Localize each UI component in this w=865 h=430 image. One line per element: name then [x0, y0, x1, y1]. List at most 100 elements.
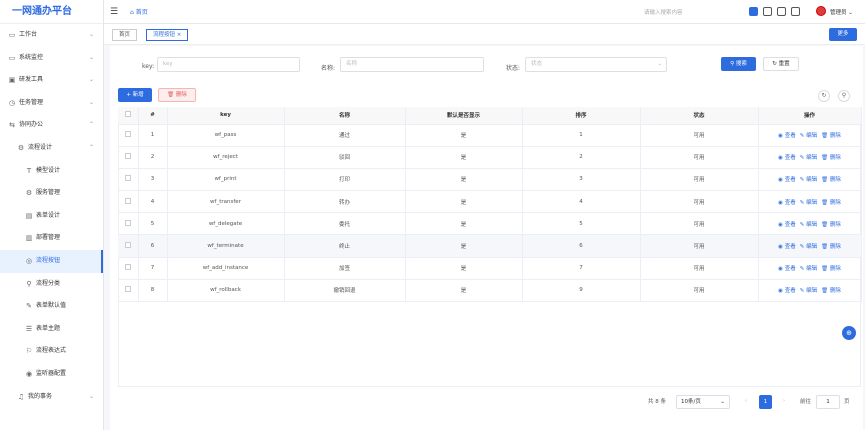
row-checkbox[interactable]: [124, 242, 131, 249]
view-button[interactable]: ◉ 查看: [778, 155, 796, 161]
delete-button[interactable]: 🗑 删除: [821, 155, 841, 161]
batch-delete-button[interactable]: 🗑 删除: [158, 88, 196, 102]
delete-button[interactable]: 🗑 删除: [821, 177, 841, 183]
row-checkbox[interactable]: [124, 286, 131, 293]
next-page-button[interactable]: ›: [778, 395, 790, 409]
view-button[interactable]: ◉ 查看: [778, 244, 796, 250]
floating-action-button[interactable]: ⊕: [842, 326, 856, 340]
sidebar-item-9[interactable]: ▥ 部署管理: [0, 227, 103, 250]
row-checkbox-cell[interactable]: [118, 234, 139, 258]
reset-button[interactable]: ↻ 重置: [763, 57, 799, 71]
bell-icon: ♫: [17, 392, 25, 401]
row-checkbox-cell[interactable]: [118, 146, 139, 169]
tab-process-button[interactable]: 流程按钮 ×: [146, 29, 189, 41]
delete-button[interactable]: 🗑 删除: [821, 288, 841, 294]
tab-home[interactable]: 首页: [112, 29, 138, 41]
menu-toggle-icon[interactable]: ☰: [110, 7, 122, 17]
edit-label: 编辑: [806, 199, 818, 206]
table-row[interactable]: 5 wf_delegate 委托是 5 可用 ◉ 查看 ✎ 编辑 🗑 删除: [118, 212, 862, 236]
view-button[interactable]: ◉ 查看: [778, 133, 796, 139]
avatar[interactable]: [816, 6, 826, 16]
view-button[interactable]: ◉ 查看: [778, 288, 796, 294]
name-input[interactable]: 名称: [340, 57, 484, 72]
table-row[interactable]: 4 wf_transfer 转办是 4 可用 ◉ 查看 ✎ 编辑 🗑 删除: [118, 190, 862, 214]
status-label: 状态:: [506, 65, 521, 72]
row-checkbox-cell[interactable]: [118, 212, 139, 236]
row-checkbox[interactable]: [124, 264, 131, 271]
edit-button[interactable]: ✎ 编辑: [800, 266, 817, 272]
edit-button[interactable]: ✎ 编辑: [800, 155, 817, 161]
edit-button[interactable]: ✎ 编辑: [800, 133, 817, 139]
close-icon[interactable]: ×: [177, 32, 182, 38]
sidebar-item-8[interactable]: ▤ 表单设计: [0, 205, 103, 228]
sidebar-item-13[interactable]: ☰ 表单主题: [0, 318, 103, 341]
layout-icon[interactable]: [777, 7, 786, 16]
sidebar-item-12[interactable]: ✎ 表单默认值: [0, 295, 103, 318]
row-checkbox-cell[interactable]: [118, 124, 139, 147]
sidebar-item-0[interactable]: ▭ 工作台 ⌄: [0, 24, 103, 47]
select-all-checkbox[interactable]: [124, 111, 131, 118]
row-checkbox[interactable]: [124, 153, 131, 160]
edit-button[interactable]: ✎ 编辑: [800, 288, 817, 294]
search-toggle-icon[interactable]: ⚲: [838, 90, 850, 102]
sidebar-item-1[interactable]: ▭ 系统监控 ⌄: [0, 47, 103, 70]
sidebar-item-15[interactable]: ◉ 监听器配置: [0, 363, 103, 386]
row-checkbox[interactable]: [124, 197, 131, 204]
page-number-1[interactable]: 1: [759, 395, 772, 409]
sidebar-item-14[interactable]: ⚐ 流程表达式: [0, 340, 103, 363]
table-row[interactable]: 6 wf_terminate 终止是 6 可用 ◉ 查看 ✎ 编辑 🗑 删除: [118, 234, 862, 258]
shirt-icon[interactable]: [763, 7, 772, 16]
sidebar-item-5[interactable]: ⚙ 流程设计 ⌃: [0, 137, 103, 160]
key-input[interactable]: key: [157, 57, 300, 72]
sidebar-item-7[interactable]: ⚙ 服务管理: [0, 182, 103, 205]
prev-page-button[interactable]: ‹: [740, 395, 752, 409]
edit-button[interactable]: ✎ 编辑: [800, 244, 817, 250]
row-checkbox-cell[interactable]: [118, 257, 139, 280]
table-row[interactable]: 8 wf_rollback 撤销回退是 9 可用 ◉ 查看 ✎ 编辑 🗑 删除: [118, 279, 862, 303]
view-button[interactable]: ◉ 查看: [778, 266, 796, 272]
refresh-icon[interactable]: ↻: [818, 90, 830, 102]
status-select[interactable]: 状态 ⌄: [525, 57, 667, 72]
sidebar-item-6[interactable]: T 模型设计: [0, 160, 103, 183]
table-row[interactable]: 3 wf_print 打印是 3 可用 ◉ 查看 ✎ 编辑 🗑 删除: [118, 168, 862, 192]
row-checkbox-cell[interactable]: [118, 279, 139, 303]
delete-button[interactable]: 🗑 删除: [821, 200, 841, 206]
breadcrumb-home[interactable]: ⌂ 首页: [130, 7, 148, 16]
delete-button[interactable]: 🗑 删除: [821, 222, 841, 228]
header-search-input[interactable]: 请输入搜索内容: [644, 8, 683, 16]
table-row[interactable]: 2 wf_reject 驳回是 2 可用 ◉ 查看 ✎ 编辑 🗑 删除: [118, 146, 862, 169]
row-checkbox-cell[interactable]: [118, 168, 139, 192]
sidebar-item-11[interactable]: ⚲ 流程分类: [0, 273, 103, 296]
delete-button[interactable]: 🗑 删除: [821, 133, 841, 139]
row-checkbox[interactable]: [124, 175, 131, 182]
delete-button[interactable]: 🗑 删除: [821, 244, 841, 250]
cell-index: 8: [138, 279, 168, 303]
fullscreen-icon[interactable]: [749, 7, 758, 16]
row-checkbox[interactable]: [124, 219, 131, 226]
add-button[interactable]: + 新增: [118, 88, 152, 102]
edit-button[interactable]: ✎ 编辑: [800, 222, 817, 228]
page-size-select[interactable]: 10条/页 ⌄: [676, 395, 730, 409]
window-icon[interactable]: [791, 7, 800, 16]
edit-button[interactable]: ✎ 编辑: [800, 200, 817, 206]
table-row[interactable]: 7 wf_add_instance 加签是 7 可用 ◉ 查看 ✎ 编辑 🗑 删除: [118, 257, 862, 280]
table-row[interactable]: 1 wf_pass 通过是 1 可用 ◉ 查看 ✎ 编辑 🗑 删除: [118, 124, 862, 147]
sidebar-item-16[interactable]: ♫ 我的事务 ⌄: [0, 386, 103, 409]
user-menu[interactable]: 管理员 ⌄: [830, 8, 853, 16]
more-button[interactable]: 更多: [829, 28, 857, 41]
view-button[interactable]: ◉ 查看: [778, 222, 796, 228]
goto-page-input[interactable]: 1: [816, 395, 840, 409]
edit-button[interactable]: ✎ 编辑: [800, 177, 817, 183]
sidebar-item-2[interactable]: ▣ 研发工具 ⌄: [0, 69, 103, 92]
delete-label: 删除: [829, 133, 841, 140]
row-checkbox-cell[interactable]: [118, 190, 139, 214]
sidebar-item-4[interactable]: ⇆ 协同办公 ⌃: [0, 114, 103, 137]
view-button[interactable]: ◉ 查看: [778, 200, 796, 206]
delete-button[interactable]: 🗑 删除: [821, 266, 841, 272]
sidebar-item-10[interactable]: ◎ 流程按钮: [0, 249, 103, 273]
sidebar-item-3[interactable]: ◷ 任务管理 ⌄: [0, 92, 103, 115]
search-button[interactable]: ⚲ 搜索: [721, 57, 756, 71]
row-checkbox[interactable]: [124, 131, 131, 138]
header-checkbox[interactable]: [118, 107, 139, 125]
view-button[interactable]: ◉ 查看: [778, 177, 796, 183]
